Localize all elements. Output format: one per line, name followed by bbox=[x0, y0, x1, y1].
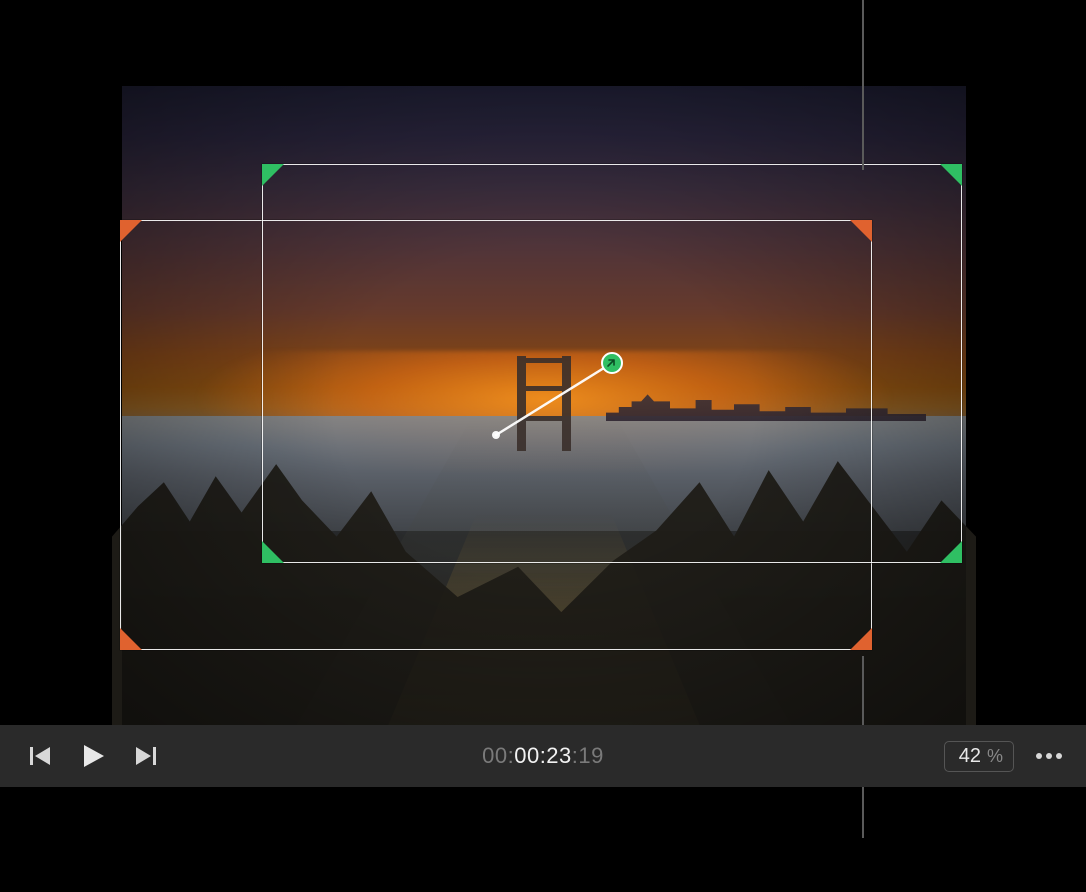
preview-frame[interactable] bbox=[122, 86, 966, 728]
callout-leader-line bbox=[862, 0, 864, 170]
timecode-frames: :19 bbox=[572, 743, 604, 768]
zoom-level-field[interactable]: 42 % bbox=[944, 741, 1014, 772]
vignette-overlay bbox=[122, 86, 966, 728]
player-toolbar: 00:00:23:19 42 % bbox=[0, 725, 1086, 787]
timecode-main: 00:23 bbox=[514, 743, 572, 768]
play-icon[interactable] bbox=[80, 743, 106, 769]
more-options-icon[interactable] bbox=[1034, 751, 1064, 761]
timecode-hours: 00: bbox=[482, 743, 514, 768]
zoom-unit: % bbox=[987, 746, 1003, 767]
previous-frame-icon[interactable] bbox=[28, 745, 52, 767]
zoom-value: 42 bbox=[959, 745, 981, 768]
next-frame-icon[interactable] bbox=[134, 745, 158, 767]
timecode-display[interactable]: 00:00:23:19 bbox=[482, 743, 604, 769]
